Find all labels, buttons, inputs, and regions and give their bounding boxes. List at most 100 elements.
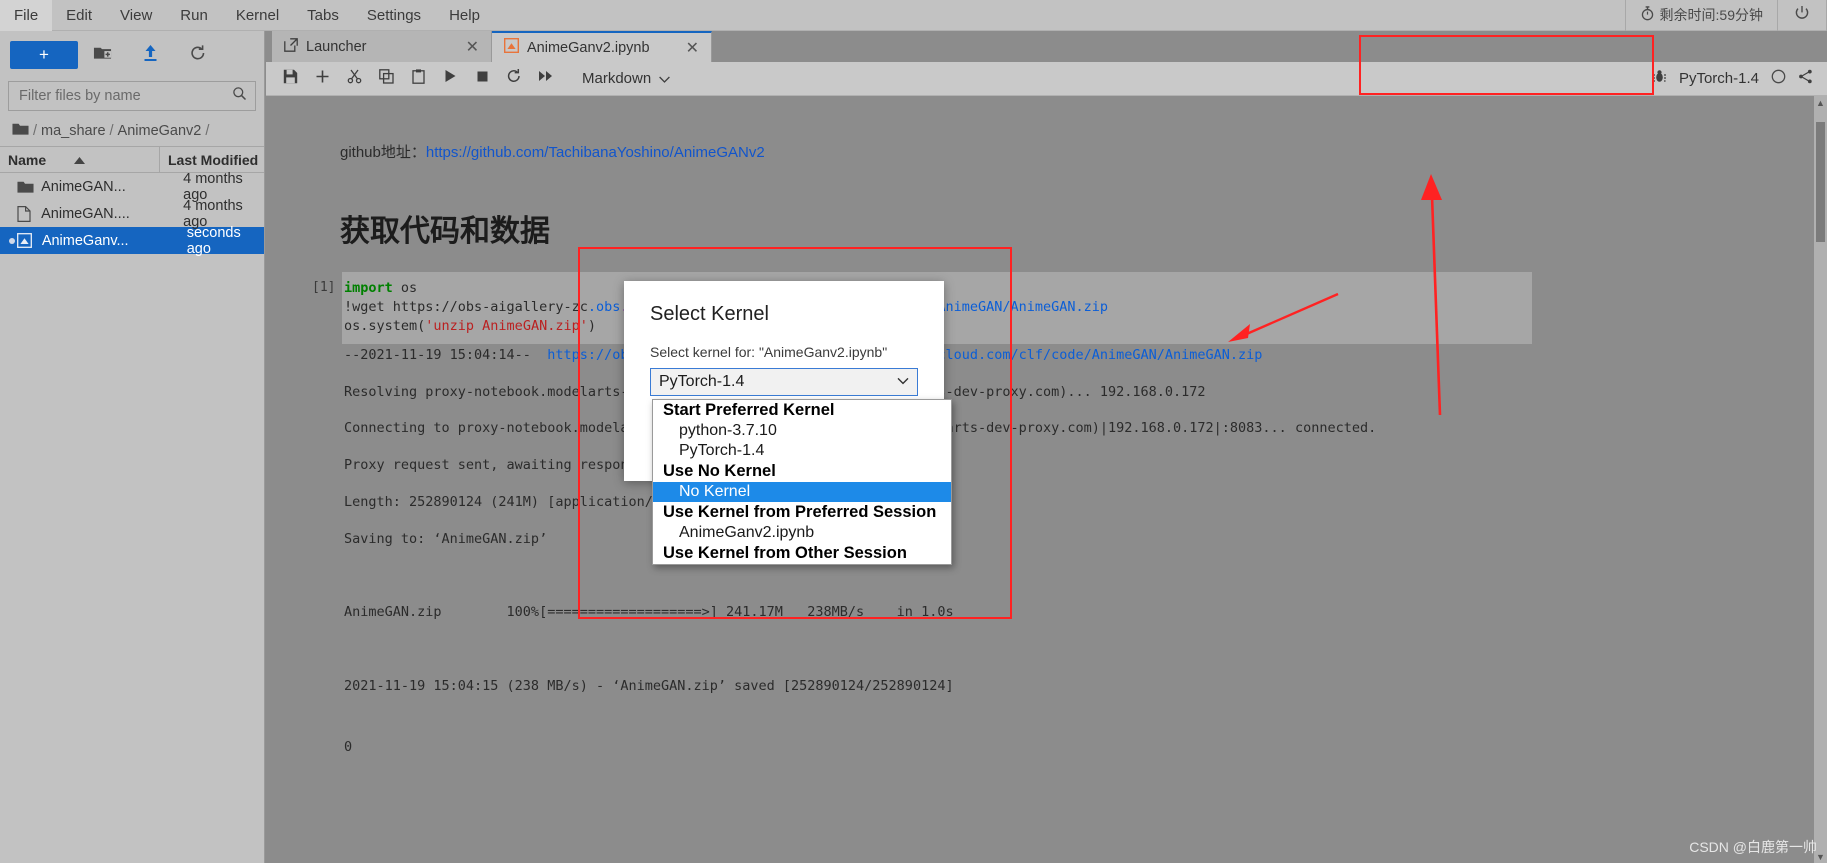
page-title: 获取代码和数据 bbox=[340, 215, 550, 248]
folder-icon bbox=[17, 180, 41, 194]
kernel-select-value: PyTorch-1.4 bbox=[659, 373, 745, 390]
breadcrumb: / ma_share / AnimeGanv2 / bbox=[0, 119, 264, 146]
tab-bar: Launcher ✕ AnimeGanv2.ipynb ✕ bbox=[266, 31, 1827, 62]
breadcrumb-sep-1: / bbox=[109, 123, 114, 139]
menu-file[interactable]: File bbox=[0, 0, 53, 31]
interrupt-kernel-button[interactable] bbox=[466, 64, 498, 94]
session-timer: 剩余时间:59分钟 bbox=[1624, 0, 1777, 31]
breadcrumb-segment-ma-share[interactable]: ma_share bbox=[41, 123, 105, 139]
search-input[interactable] bbox=[17, 87, 232, 105]
menu-help[interactable]: Help bbox=[435, 0, 494, 31]
menu-edit[interactable]: Edit bbox=[52, 0, 106, 31]
close-icon[interactable]: ✕ bbox=[452, 37, 479, 57]
upload-files-button[interactable] bbox=[126, 38, 174, 72]
upload-icon bbox=[142, 44, 159, 67]
close-icon[interactable]: ✕ bbox=[672, 38, 699, 58]
plus-icon bbox=[315, 69, 330, 89]
column-header-name[interactable]: Name bbox=[0, 147, 160, 172]
paste-cell-button[interactable] bbox=[402, 64, 434, 94]
dialog-title: Select Kernel bbox=[650, 303, 769, 325]
breadcrumb-sep-0: / bbox=[33, 123, 38, 139]
restart-and-run-all-button[interactable] bbox=[530, 64, 562, 94]
scroll-up-icon[interactable]: ▲ bbox=[1814, 96, 1827, 109]
notebook-icon bbox=[17, 233, 41, 248]
play-icon bbox=[443, 69, 457, 88]
file-list-header: Name Last Modified bbox=[0, 146, 264, 173]
list-item-name: AnimeGAN.... bbox=[41, 205, 130, 222]
share-icon[interactable] bbox=[1798, 69, 1813, 89]
column-header-last-modified[interactable]: Last Modified bbox=[160, 152, 258, 168]
dropdown-item-no-kernel[interactable]: No Kernel bbox=[653, 482, 951, 502]
tab-launcher[interactable]: Launcher ✕ bbox=[272, 31, 492, 62]
column-header-name-label: Name bbox=[8, 151, 47, 168]
run-cell-button[interactable] bbox=[434, 64, 466, 94]
menu-run[interactable]: Run bbox=[166, 0, 222, 31]
menu-tabs[interactable]: Tabs bbox=[293, 0, 353, 31]
bug-icon[interactable] bbox=[1652, 69, 1667, 89]
new-folder-button[interactable] bbox=[78, 38, 126, 72]
tab-label: Launcher bbox=[306, 38, 367, 55]
dropdown-item-python-3-7-10[interactable]: python-3.7.10 bbox=[653, 421, 951, 441]
github-link[interactable]: https://github.com/TachibanaYoshino/Anim… bbox=[426, 144, 765, 161]
save-button[interactable] bbox=[274, 64, 306, 94]
dropdown-group-use-kernel-other-session: Use Kernel from Other Session bbox=[663, 544, 907, 562]
filter-files-field[interactable] bbox=[8, 81, 256, 111]
copy-cell-button[interactable] bbox=[370, 64, 402, 94]
github-label: github地址： bbox=[340, 144, 426, 161]
dropdown-item-pytorch-1-4[interactable]: PyTorch-1.4 bbox=[653, 441, 951, 461]
scrollbar-thumb[interactable] bbox=[1816, 122, 1825, 242]
dropdown-item-animeganv2-ipynb[interactable]: AnimeGanv2.ipynb bbox=[653, 523, 951, 543]
jupyterlab-window: File Edit View Run Kernel Tabs Settings … bbox=[0, 0, 1827, 863]
restart-icon bbox=[506, 68, 522, 89]
save-icon bbox=[283, 69, 298, 89]
cut-cell-button[interactable] bbox=[338, 64, 370, 94]
power-icon bbox=[1794, 5, 1810, 26]
tab-animeganv2-notebook[interactable]: AnimeGanv2.ipynb ✕ bbox=[492, 31, 712, 62]
restart-kernel-button[interactable] bbox=[498, 64, 530, 94]
refresh-file-list-button[interactable] bbox=[174, 38, 222, 72]
menu-kernel[interactable]: Kernel bbox=[222, 0, 293, 31]
clipboard-icon bbox=[411, 68, 426, 89]
running-kernel-dot-icon bbox=[8, 233, 17, 249]
list-item[interactable]: AnimeGAN... 4 months ago bbox=[0, 171, 264, 203]
code-line[interactable]: os.system('unzip AnimeGAN.zip') bbox=[344, 317, 596, 336]
vertical-scrollbar[interactable]: ▲ ▼ bbox=[1814, 96, 1827, 863]
notebook-toolbar-right: PyTorch-1.4 bbox=[1652, 69, 1827, 89]
breadcrumb-segment-animeganv2[interactable]: AnimeGanv2 bbox=[118, 123, 202, 139]
new-launcher-button[interactable]: + bbox=[10, 41, 78, 69]
code-line[interactable]: import os bbox=[344, 279, 417, 298]
menu-bar: File Edit View Run Kernel Tabs Settings … bbox=[0, 0, 1827, 31]
search-icon[interactable] bbox=[232, 86, 247, 106]
dropdown-group-start-preferred-kernel: Start Preferred Kernel bbox=[663, 401, 835, 419]
list-item[interactable]: AnimeGAN.... 4 months ago bbox=[0, 198, 264, 230]
power-button[interactable] bbox=[1777, 0, 1827, 31]
kernel-dropdown-list[interactable]: Start Preferred Kernel python-3.7.10 PyT… bbox=[652, 399, 952, 565]
cell-execution-count: [1] bbox=[312, 280, 336, 295]
list-item-name: AnimeGAN... bbox=[41, 178, 126, 195]
session-timer-label: 剩余时间:59分钟 bbox=[1659, 7, 1763, 23]
new-folder-icon bbox=[93, 44, 112, 66]
markdown-github-line: github地址：https://github.com/TachibanaYos… bbox=[340, 141, 765, 162]
kernel-select-field[interactable]: PyTorch-1.4 bbox=[650, 368, 918, 396]
output-line: AnimeGAN.zip 100%[===================>] … bbox=[344, 604, 954, 620]
circle-idle-icon[interactable] bbox=[1771, 69, 1786, 89]
folder-icon[interactable] bbox=[12, 122, 29, 140]
notebook-content[interactable]: github地址：https://github.com/TachibanaYos… bbox=[266, 96, 1827, 863]
chevron-down-icon bbox=[897, 376, 909, 388]
watermark: CSDN @白鹿第一帅 bbox=[1689, 839, 1817, 855]
sort-ascending-icon bbox=[74, 147, 86, 173]
scissors-icon bbox=[347, 69, 362, 89]
insert-cell-button[interactable] bbox=[306, 64, 338, 94]
filter-container bbox=[0, 79, 264, 119]
list-item-selected[interactable]: AnimeGanv... seconds ago bbox=[0, 225, 264, 257]
notebook-toolbar: Markdown PyTorch-1.4 bbox=[266, 62, 1827, 96]
menu-view[interactable]: View bbox=[106, 0, 166, 31]
breadcrumb-sep-2: / bbox=[205, 123, 210, 139]
main-area: Launcher ✕ AnimeGanv2.ipynb ✕ Markdown P… bbox=[266, 31, 1827, 863]
cell-type-dropdown[interactable]: Markdown bbox=[576, 70, 676, 87]
menu-settings[interactable]: Settings bbox=[353, 0, 435, 31]
tab-label: AnimeGanv2.ipynb bbox=[527, 39, 650, 56]
kernel-name-label[interactable]: PyTorch-1.4 bbox=[1679, 70, 1759, 87]
dialog-subtitle: Select kernel for: "AnimeGanv2.ipynb" bbox=[650, 344, 888, 360]
notebook-icon bbox=[503, 37, 520, 57]
